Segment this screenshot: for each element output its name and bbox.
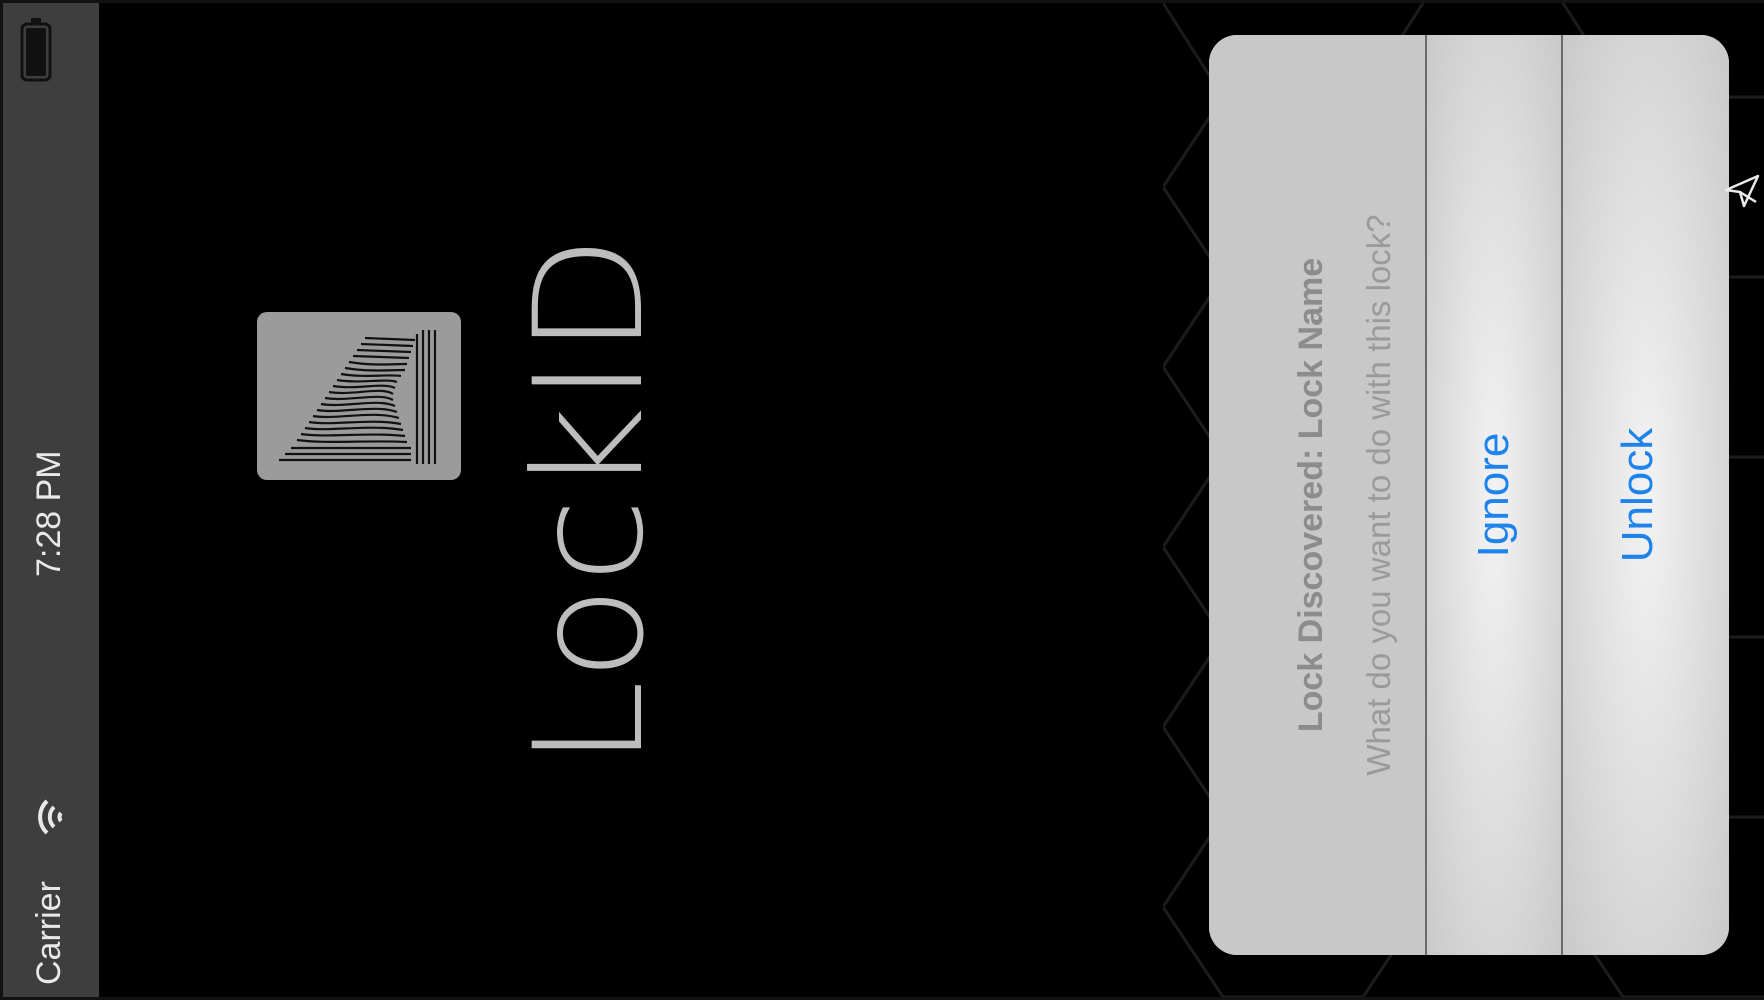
phone-screen: Carrier 7:28 PM LockID Lock Discovered: … bbox=[3, 3, 1764, 997]
app-logo bbox=[257, 312, 461, 480]
lock-discovered-alert: Lock Discovered: Lock Name What do you w… bbox=[1209, 35, 1729, 955]
mouse-pointer-icon bbox=[1724, 174, 1760, 208]
fingerprint-l-logo-icon bbox=[279, 330, 437, 464]
app-title: LockID bbox=[503, 232, 677, 768]
screenshot-stage: Carrier 7:28 PM LockID Lock Discovered: … bbox=[0, 0, 1764, 1000]
wifi-icon bbox=[38, 799, 63, 835]
carrier-label: Carrier bbox=[30, 881, 68, 985]
ignore-button[interactable]: Ignore bbox=[1427, 35, 1561, 955]
unlock-button[interactable]: Unlock bbox=[1563, 35, 1729, 955]
battery-icon bbox=[20, 18, 52, 82]
status-time: 7:28 PM bbox=[30, 450, 68, 577]
status-bar: Carrier 7:28 PM bbox=[3, 3, 99, 997]
alert-message: What do you want to do with this lock? bbox=[1360, 214, 1397, 776]
alert-header: Lock Discovered: Lock Name What do you w… bbox=[1209, 35, 1425, 955]
alert-title: Lock Discovered: Lock Name bbox=[1292, 257, 1330, 733]
